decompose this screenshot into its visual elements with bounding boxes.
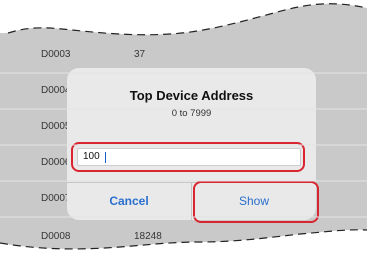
top-torn-mask — [0, 0, 367, 35]
bottom-torn-mask — [0, 229, 367, 259]
screenshot: D0003 37 D0004 D0005 D0006 D0007 D0008 1… — [0, 0, 367, 259]
torn-edge-frame — [0, 0, 367, 259]
